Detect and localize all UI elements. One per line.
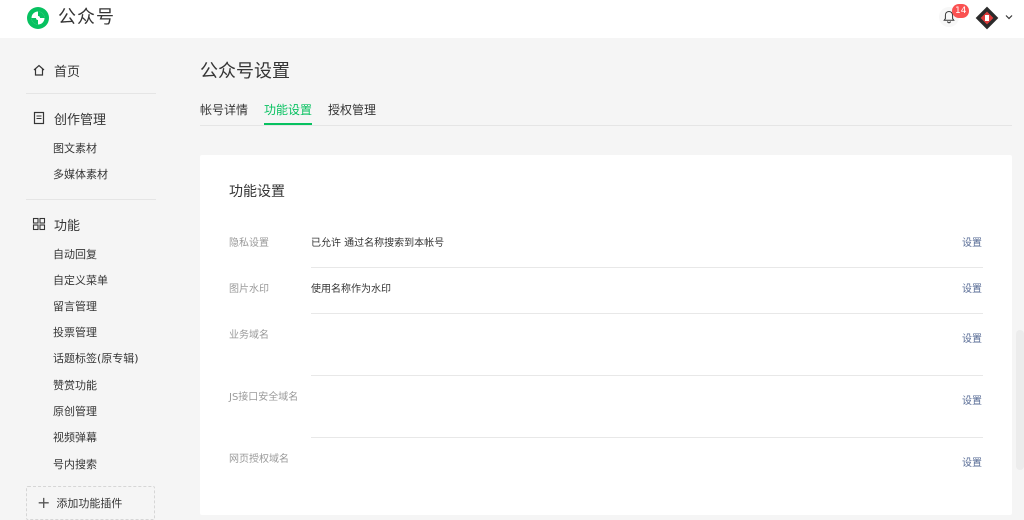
sidebar: 首页 创作管理 图文素材 多媒体素材 功能 自动回复 自定义菜单 留言管理 投票… (0, 38, 180, 520)
sidebar-item-reward[interactable]: 赞赏功能 (53, 378, 97, 394)
sidebar-section-features[interactable]: 功能 (32, 214, 80, 234)
sidebar-item-image-text[interactable]: 图文素材 (53, 141, 97, 157)
row-divider (311, 375, 983, 376)
sidebar-section-label: 功能 (54, 218, 81, 234)
row-divider (311, 313, 983, 314)
page-title: 公众号设置 (200, 61, 290, 82)
sidebar-item-custom-menu[interactable]: 自定义菜单 (53, 273, 108, 289)
add-plugin-label: 添加功能插件 (56, 497, 123, 510)
sidebar-divider (26, 93, 156, 94)
sidebar-item-video-danmaku[interactable]: 视频弹幕 (53, 430, 97, 446)
sidebar-item-search[interactable]: 号内搜索 (53, 457, 97, 473)
sidebar-item-comments[interactable]: 留言管理 (53, 299, 97, 315)
top-bar: 公众号 14 (0, 0, 1024, 38)
setting-button-oauth-domain[interactable]: 设置 (962, 457, 982, 471)
setting-label-privacy: 隐私设置 (229, 238, 269, 249)
sidebar-item-multimedia[interactable]: 多媒体素材 (53, 167, 108, 183)
grid-icon (32, 217, 46, 231)
sidebar-item-home[interactable]: 首页 (32, 60, 80, 80)
notification-badge: 14 (952, 4, 970, 18)
row-divider (311, 437, 983, 438)
document-icon (33, 111, 45, 125)
setting-button-watermark[interactable]: 设置 (962, 283, 982, 297)
home-icon (33, 64, 45, 76)
setting-button-privacy[interactable]: 设置 (962, 237, 982, 251)
card-title: 功能设置 (229, 184, 285, 200)
settings-card: 功能设置 隐私设置 已允许 通过名称搜索到本帐号 设置 图片水印 使用名称作为水… (200, 155, 1012, 515)
setting-label-js-domain: JS接口安全域名 (229, 392, 299, 403)
tab-authorization[interactable]: 授权管理 (328, 102, 376, 118)
row-divider (311, 267, 983, 268)
sidebar-section-label: 创作管理 (54, 112, 107, 128)
scrollbar[interactable] (1016, 330, 1024, 470)
avatar[interactable] (975, 6, 999, 30)
sidebar-item-topics[interactable]: 话题标签(原专辑) (53, 351, 139, 367)
setting-value-watermark: 使用名称作为水印 (311, 284, 391, 295)
setting-label-business-domain: 业务域名 (229, 330, 269, 341)
setting-value-privacy: 已允许 通过名称搜索到本帐号 (311, 238, 445, 249)
setting-label-watermark: 图片水印 (229, 284, 269, 295)
setting-button-business-domain[interactable]: 设置 (962, 333, 982, 347)
app-title: 公众号 (58, 7, 115, 28)
wechat-mp-logo-icon[interactable] (26, 6, 50, 30)
setting-button-js-domain[interactable]: 设置 (962, 395, 982, 409)
setting-label-oauth-domain: 网页授权域名 (229, 454, 289, 465)
sidebar-section-creation[interactable]: 创作管理 (32, 108, 106, 128)
sidebar-item-auto-reply[interactable]: 自动回复 (53, 247, 97, 263)
sidebar-item-voting[interactable]: 投票管理 (53, 325, 97, 341)
tab-account-details[interactable]: 帐号详情 (200, 102, 248, 118)
sidebar-item-original[interactable]: 原创管理 (53, 404, 97, 420)
tab-bar: 帐号详情 功能设置 授权管理 (200, 100, 1012, 126)
chevron-down-icon[interactable] (1004, 12, 1014, 22)
tab-feature-settings[interactable]: 功能设置 (264, 102, 312, 118)
active-tab-indicator (264, 123, 312, 125)
sidebar-item-label: 首页 (54, 64, 81, 80)
plus-icon: + (37, 493, 51, 512)
sidebar-divider (26, 199, 156, 200)
